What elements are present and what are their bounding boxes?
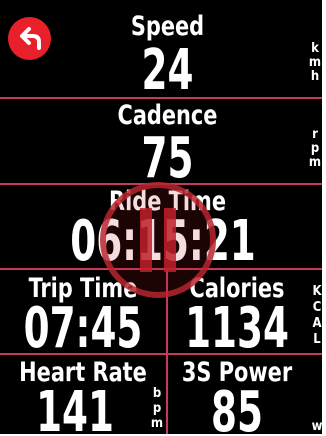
heart-rate-unit: bpm xyxy=(150,386,164,431)
power-value: 85 xyxy=(211,380,263,436)
back-button[interactable] xyxy=(8,17,51,60)
speed-value: 24 xyxy=(141,38,194,103)
pause-icon[interactable] xyxy=(98,180,218,300)
heart-rate-value: 141 xyxy=(36,380,114,436)
trip-time-value: 07:45 xyxy=(23,296,143,361)
cycling-dashboard: Speed 24 kmh Cadence 75 rpm Ride Time 06… xyxy=(0,0,326,436)
screen-edge xyxy=(322,0,326,436)
cadence-label: Cadence xyxy=(117,100,218,131)
back-arrow-icon xyxy=(20,27,41,50)
speed-unit: kmh xyxy=(308,41,322,84)
calories-value: 1134 xyxy=(185,296,289,361)
speed-label: Speed xyxy=(130,11,205,42)
cadence-unit: rpm xyxy=(308,127,322,170)
cadence-value: 75 xyxy=(141,126,194,191)
